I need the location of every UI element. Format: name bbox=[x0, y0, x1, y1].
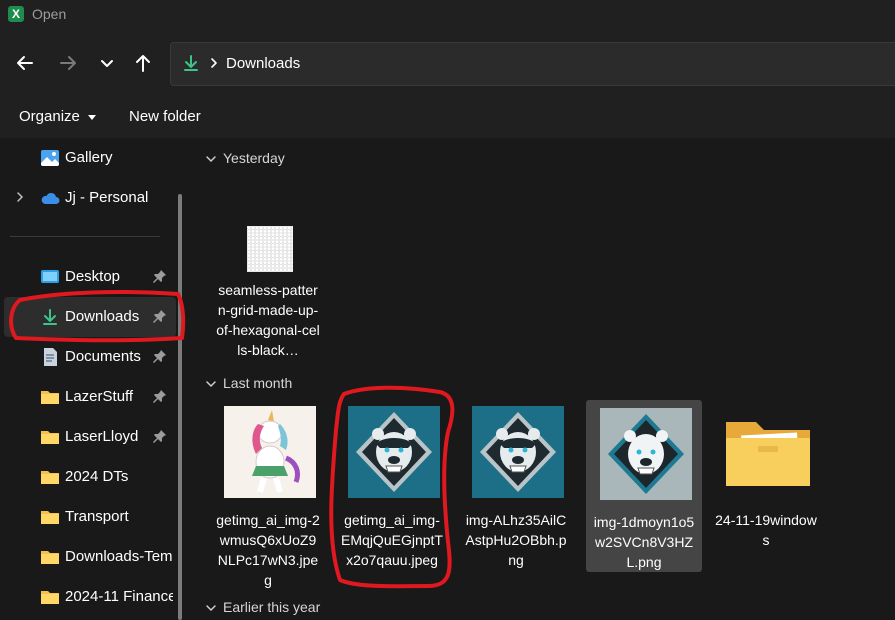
command-bar: Organize New folder bbox=[0, 96, 895, 138]
sidebar-item-gallery[interactable]: Gallery bbox=[0, 138, 180, 178]
title-bar: X Open bbox=[0, 0, 895, 30]
gallery-icon bbox=[41, 150, 59, 166]
sidebar-item-laserlloyd[interactable]: LaserLloyd bbox=[0, 417, 180, 457]
download-icon bbox=[43, 309, 57, 325]
sidebar-item-downloads-temp[interactable]: Downloads-Temp bbox=[0, 537, 180, 577]
desktop-icon bbox=[41, 270, 59, 283]
excel-icon: X bbox=[8, 6, 24, 22]
file-name: img-1dmoyn1o5w2SVCn8V3HZL.png bbox=[593, 514, 695, 570]
chevron-down-icon bbox=[101, 60, 113, 67]
sidebar-item-lazerstuff[interactable]: LazerStuff bbox=[0, 377, 180, 417]
chevron-right-icon[interactable] bbox=[207, 53, 221, 73]
onedrive-cloud-icon bbox=[41, 192, 60, 204]
pin-icon[interactable] bbox=[153, 349, 167, 363]
back-button[interactable] bbox=[12, 50, 38, 76]
navigation-pane: Gallery Jj - Personal Desktop Downloads … bbox=[0, 138, 193, 620]
file-tile-bear-logo-2[interactable]: img-ALhz35AilCAstpHu2OBbh.png bbox=[458, 398, 574, 570]
arrow-right-icon bbox=[60, 56, 76, 70]
sidebar-item-label: 2024 DTs bbox=[65, 468, 129, 485]
navigation-bar: Downloads bbox=[0, 30, 895, 96]
file-tile-seamless-pattern[interactable]: seamless-pattern-grid-made-up-of-hexagon… bbox=[210, 218, 326, 390]
folder-icon bbox=[41, 551, 59, 564]
folder-icon bbox=[726, 422, 810, 486]
pin-icon[interactable] bbox=[153, 389, 167, 403]
organize-label: Organize bbox=[19, 108, 80, 125]
arrow-left-icon bbox=[17, 56, 33, 70]
folder-icon bbox=[41, 511, 59, 524]
group-label: Earlier this year bbox=[223, 599, 321, 615]
file-name: img-ALhz35AilCAstpHu2OBbh.png bbox=[465, 512, 567, 568]
file-tile-bear-logo-3[interactable]: img-1dmoyn1o5w2SVCn8V3HZL.png bbox=[586, 400, 702, 572]
file-name: getimg_ai_img-2wmusQ6xUoZ9NLPc17wN3.jpeg bbox=[216, 512, 320, 588]
file-tile-folder-24-11-19windows[interactable]: 24-11-19windows bbox=[708, 398, 824, 570]
bear-logo-thumbnail bbox=[348, 406, 440, 498]
breadcrumb-downloads[interactable]: Downloads bbox=[226, 55, 300, 72]
arrow-up-icon bbox=[136, 55, 150, 72]
file-name: 24-11-19windows bbox=[715, 512, 817, 548]
file-tile-unicorn[interactable]: getimg_ai_img-2wmusQ6xUoZ9NLPc17wN3.jpeg bbox=[210, 398, 326, 588]
organize-button[interactable]: Organize bbox=[19, 108, 96, 125]
sidebar-divider bbox=[10, 236, 160, 237]
sidebar-item-jj-personal[interactable]: Jj - Personal bbox=[0, 178, 180, 218]
sidebar-item-transport[interactable]: Transport bbox=[0, 497, 180, 537]
download-icon bbox=[184, 55, 198, 71]
window-title: Open bbox=[32, 6, 67, 22]
sidebar-item-label: Downloads-Temp bbox=[65, 548, 173, 565]
file-list: Yesterday seamless-pattern-grid-made-up-… bbox=[193, 138, 895, 620]
recent-locations-button[interactable] bbox=[94, 50, 120, 76]
chevron-right-icon[interactable] bbox=[14, 190, 26, 204]
file-name: getimg_ai_img-EMqjQuEGjnptTx2o7qauu.jpeg bbox=[341, 512, 443, 568]
new-folder-button[interactable]: New folder bbox=[129, 108, 201, 125]
chevron-down-icon bbox=[206, 381, 216, 388]
chevron-down-icon bbox=[206, 605, 216, 612]
bear-logo-thumbnail bbox=[600, 408, 692, 500]
sidebar-item-downloads[interactable]: Downloads bbox=[4, 297, 176, 337]
sidebar-item-2024-11-finance[interactable]: 2024-11 Finance bbox=[0, 577, 180, 617]
sidebar-item-desktop[interactable]: Desktop bbox=[0, 257, 180, 297]
caret-down-icon bbox=[87, 114, 96, 120]
pin-icon[interactable] bbox=[153, 269, 167, 283]
folder-icon bbox=[41, 391, 59, 404]
chevron-down-icon bbox=[206, 156, 216, 163]
group-label: Yesterday bbox=[223, 150, 285, 166]
pin-icon[interactable] bbox=[153, 309, 167, 323]
sidebar-scrollbar[interactable] bbox=[178, 194, 182, 620]
sidebar-item-label: Transport bbox=[65, 508, 129, 525]
file-name: seamless-pattern-grid-made-up-of-hexagon… bbox=[216, 282, 320, 358]
group-label: Last month bbox=[223, 375, 293, 391]
document-icon bbox=[44, 348, 57, 366]
folder-icon bbox=[41, 431, 59, 444]
sidebar-item-2024-dts[interactable]: 2024 DTs bbox=[0, 457, 180, 497]
pin-icon[interactable] bbox=[153, 429, 167, 443]
sidebar-item-label: Gallery bbox=[65, 149, 113, 166]
unicorn-thumbnail bbox=[224, 406, 316, 498]
folder-icon bbox=[41, 591, 59, 604]
sidebar-item-documents[interactable]: Documents bbox=[0, 337, 180, 377]
hexagon-pattern-thumbnail bbox=[247, 226, 293, 272]
up-button[interactable] bbox=[130, 50, 156, 76]
address-bar[interactable]: Downloads bbox=[170, 42, 895, 86]
file-tile-bear-logo-1[interactable]: getimg_ai_img-EMqjQuEGjnptTx2o7qauu.jpeg bbox=[334, 398, 450, 570]
folder-icon bbox=[41, 471, 59, 484]
sidebar-item-label: Jj - Personal bbox=[65, 189, 149, 206]
forward-button[interactable] bbox=[55, 50, 81, 76]
bear-logo-thumbnail bbox=[472, 406, 564, 498]
sidebar-item-label: 2024-11 Finance bbox=[65, 588, 173, 605]
